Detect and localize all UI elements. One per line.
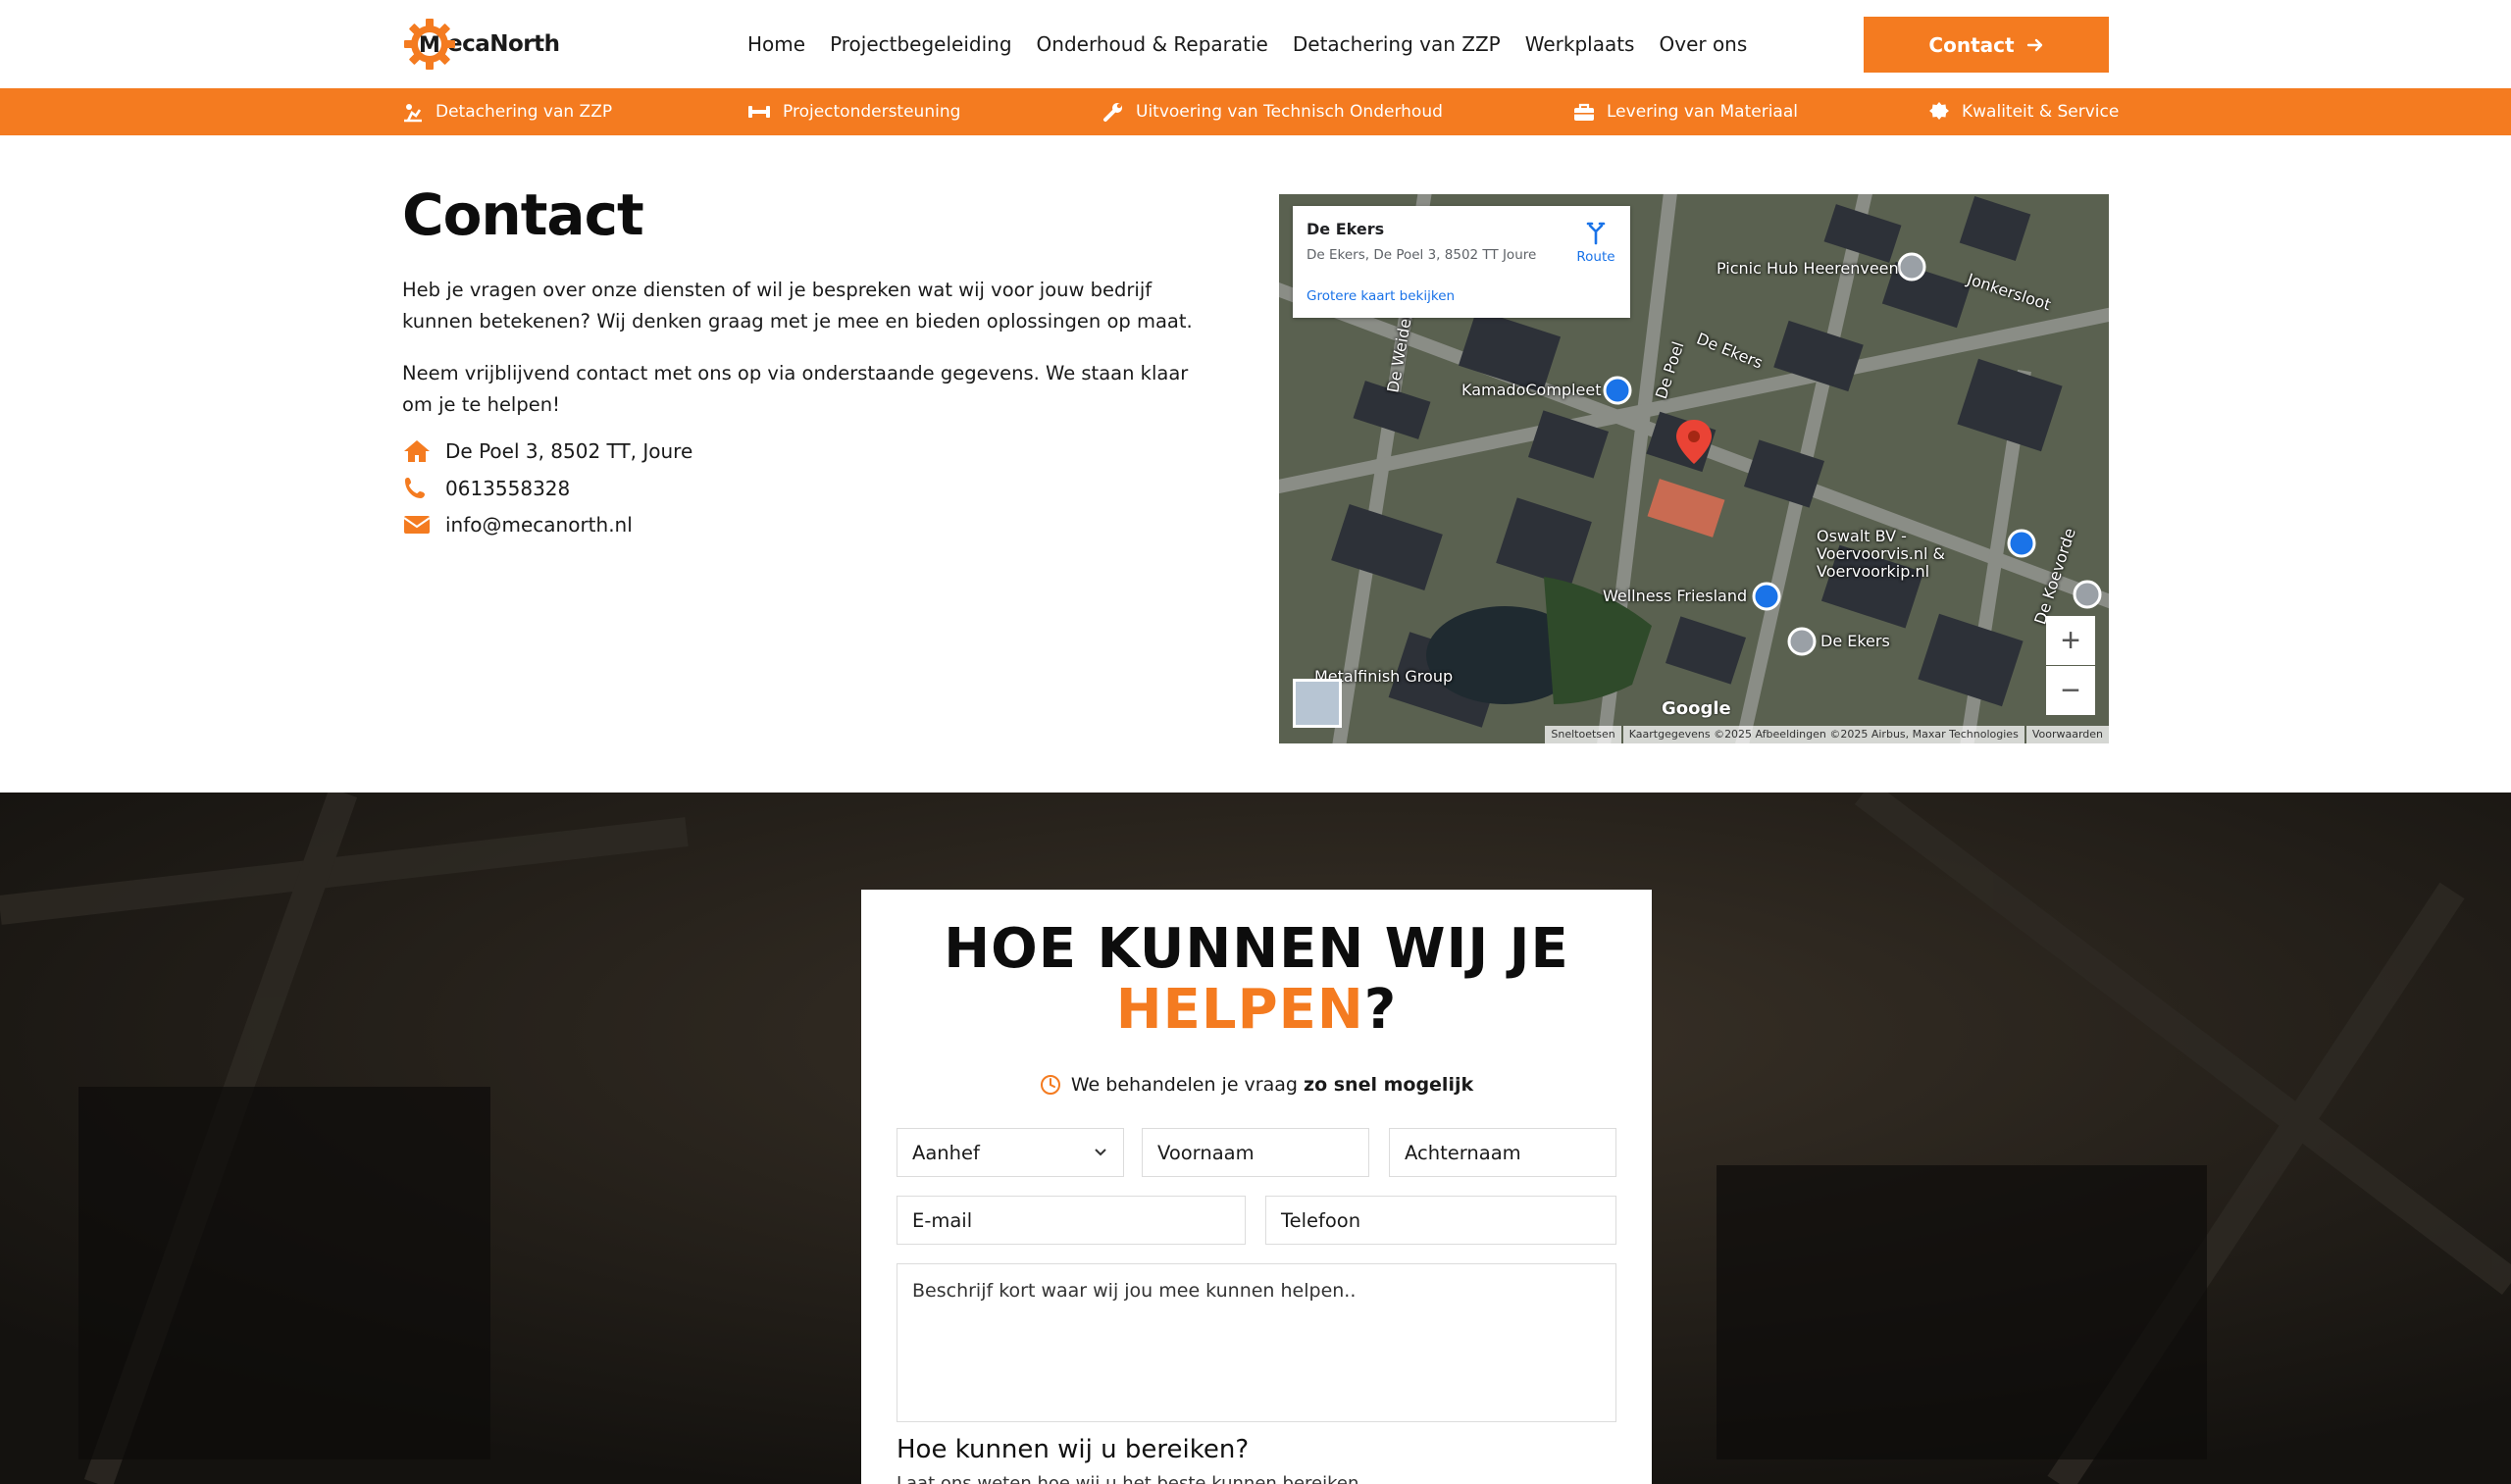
envelope-icon <box>403 516 431 534</box>
address-row: De Poel 3, 8502 TT, Joure <box>402 435 692 467</box>
reach-subtext: Laat ons weten hoe wij u het beste kunne… <box>897 1473 1359 1484</box>
message-textarea[interactable]: Beschrijf kort waar wij jou mee kunnen h… <box>897 1263 1616 1422</box>
phone-text: 0613558328 <box>445 477 571 500</box>
nav-home[interactable]: Home <box>747 32 805 56</box>
service-label: Projectondersteuning <box>783 102 961 122</box>
service-label: Detachering van ZZP <box>436 102 613 122</box>
google-map[interactable]: Picnic Hub Heerenveen Jonkersloot Kamado… <box>1279 194 2109 743</box>
map-place-card: De Ekers De Ekers, De Poel 3, 8502 TT Jo… <box>1293 206 1630 318</box>
phone-row[interactable]: 0613558328 <box>402 473 570 504</box>
last-name-input[interactable]: Achternaam <box>1389 1128 1616 1177</box>
map-place-name: De Ekers <box>1307 220 1385 238</box>
phone-icon <box>405 478 425 498</box>
address-text: De Poel 3, 8502 TT, Joure <box>445 439 693 463</box>
map-data-text: Kaartgegevens ©2025 Afbeeldingen ©2025 A… <box>1622 726 2024 743</box>
cta-paragraph: Neem vrijblijvend contact met ons op via… <box>402 362 1189 416</box>
logo[interactable]: M ecaNorth <box>404 14 560 75</box>
note-bold: zo snel mogelijk <box>1304 1074 1474 1096</box>
salutation-value: Aanhef <box>912 1141 980 1164</box>
nav-detachering[interactable]: Detachering van ZZP <box>1293 32 1501 56</box>
certificate-badge-icon <box>1929 102 1949 120</box>
service-detachering[interactable]: Detachering van ZZP <box>402 88 612 135</box>
email-row[interactable]: info@mecanorth.nl <box>402 509 633 540</box>
response-note: We behandelen je vraag zo snel mogelijk <box>861 1074 1652 1096</box>
larger-map-link[interactable]: Grotere kaart bekijken <box>1307 288 1455 304</box>
reach-heading: Hoe kunnen wij u bereiken? <box>897 1435 1250 1464</box>
gear-logo-icon: M <box>404 19 455 70</box>
map-label: De Ekers <box>1820 632 1890 650</box>
service-kwaliteit[interactable]: Kwaliteit & Service <box>1928 88 2119 135</box>
map-label: Wellness Friesland <box>1603 587 1748 605</box>
service-label: Levering van Materiaal <box>1607 102 1798 122</box>
form-heading-end: ? <box>1363 978 1398 1042</box>
salutation-select[interactable]: Aanhef <box>897 1128 1124 1177</box>
first-name-input[interactable]: Voornaam <box>1142 1128 1369 1177</box>
page-title: Contact <box>402 181 644 248</box>
map-label: Picnic Hub Heerenveen <box>1717 259 1899 278</box>
toolbox-icon <box>1574 103 1594 121</box>
service-projectondersteuning[interactable]: Projectondersteuning <box>747 88 960 135</box>
site-header: M ecaNorth Home Projectbegeleiding Onder… <box>0 0 2511 88</box>
main-nav: Home Projectbegeleiding Onderhoud & Repa… <box>747 0 1771 88</box>
logo-text: ecaNorth <box>447 31 560 57</box>
map-place-address: De Ekers, De Poel 3, 8502 TT Joure <box>1307 247 1537 263</box>
service-label: Uitvoering van Technisch Onderhoud <box>1136 102 1443 122</box>
zoom-in-button[interactable]: + <box>2046 616 2095 665</box>
worker-icon <box>404 104 422 123</box>
nav-onderhoud[interactable]: Onderhoud & Reparatie <box>1037 32 1268 56</box>
map-attribution: Sneltoetsen Kaartgegevens ©2025 Afbeeldi… <box>1543 726 2109 743</box>
directions-icon <box>1586 222 1606 245</box>
email-input[interactable]: E-mail <box>897 1196 1246 1245</box>
form-heading-line1: HOE KUNNEN WIJ JE <box>944 917 1569 981</box>
nav-over-ons[interactable]: Over ons <box>1659 32 1747 56</box>
note-text: We behandelen je vraag <box>1070 1074 1305 1096</box>
arrow-right-icon <box>2026 38 2042 51</box>
intro-paragraph: Heb je vragen over onze diensten of wil … <box>402 279 1193 333</box>
map-layers-button[interactable] <box>1293 679 1342 728</box>
nav-projectbegeleiding[interactable]: Projectbegeleiding <box>830 32 1011 56</box>
clock-icon <box>1040 1075 1060 1095</box>
service-onderhoud[interactable]: Uitvoering van Technisch Onderhoud <box>1102 88 1443 135</box>
map-label: Oswalt BV - Voervoorvis.nl & Voervoorkip… <box>1817 527 1946 581</box>
zoom-out-button[interactable]: − <box>2046 666 2095 715</box>
route-button[interactable]: Route <box>1571 220 1620 265</box>
contact-form-card: HOE KUNNEN WIJ JE HELPEN? We behandelen … <box>861 890 1652 1484</box>
nav-werkplaats[interactable]: Werkplaats <box>1525 32 1635 56</box>
keyboard-shortcuts-link[interactable]: Sneltoetsen <box>1545 726 1621 743</box>
form-heading-line2: HELPEN? <box>861 980 1652 1041</box>
wrench-icon <box>1103 103 1122 122</box>
map-label: KamadoCompleet <box>1461 381 1602 399</box>
google-logo: Google <box>1662 698 1731 719</box>
phone-input[interactable]: Telefoon <box>1265 1196 1616 1245</box>
email-text: info@mecanorth.nl <box>445 513 633 537</box>
service-levering[interactable]: Levering van Materiaal <box>1573 88 1798 135</box>
chevron-down-icon <box>1095 1149 1106 1156</box>
logo-letter: M <box>419 33 440 58</box>
contact-button-label: Contact <box>1928 32 2015 57</box>
route-label: Route <box>1576 249 1615 265</box>
form-heading-accent: HELPEN <box>1115 978 1364 1042</box>
service-label: Kwaliteit & Service <box>1962 102 2120 122</box>
services-bar: Detachering van ZZP Projectondersteuning… <box>0 88 2511 135</box>
terms-link[interactable]: Voorwaarden <box>2025 726 2109 743</box>
contact-button[interactable]: Contact <box>1864 17 2109 73</box>
dumbbell-icon <box>748 106 770 118</box>
home-icon <box>404 440 430 462</box>
